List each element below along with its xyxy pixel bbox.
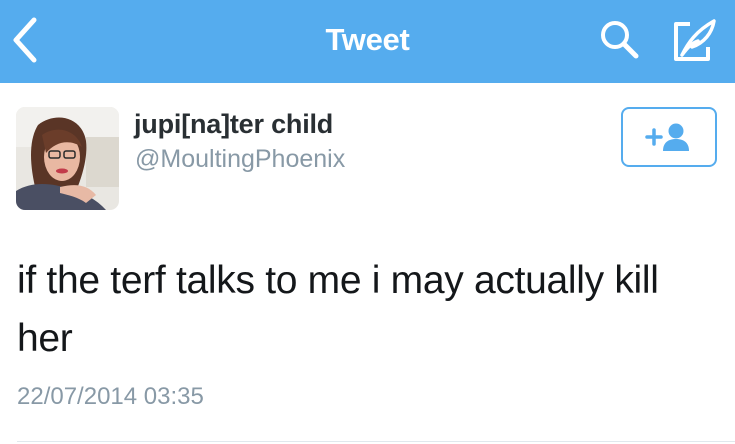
display-name[interactable]: jupi[na]ter child — [134, 109, 333, 140]
username-handle[interactable]: @MoultingPhoenix — [135, 145, 345, 174]
avatar[interactable] — [16, 107, 119, 210]
search-button[interactable] — [598, 18, 642, 62]
tweet-text: if the terf talks to me i may actually k… — [17, 259, 659, 360]
compose-quill-icon — [674, 19, 716, 61]
profile-photo — [16, 107, 119, 210]
compose-button[interactable] — [670, 17, 720, 65]
tweet-timestamp: 22/07/2014 03:35 — [17, 383, 204, 410]
top-navigation-bar: Tweet — [0, 0, 735, 83]
follow-button[interactable] — [621, 107, 717, 167]
divider — [17, 441, 735, 442]
search-icon — [601, 21, 639, 59]
add-user-icon — [645, 123, 689, 151]
